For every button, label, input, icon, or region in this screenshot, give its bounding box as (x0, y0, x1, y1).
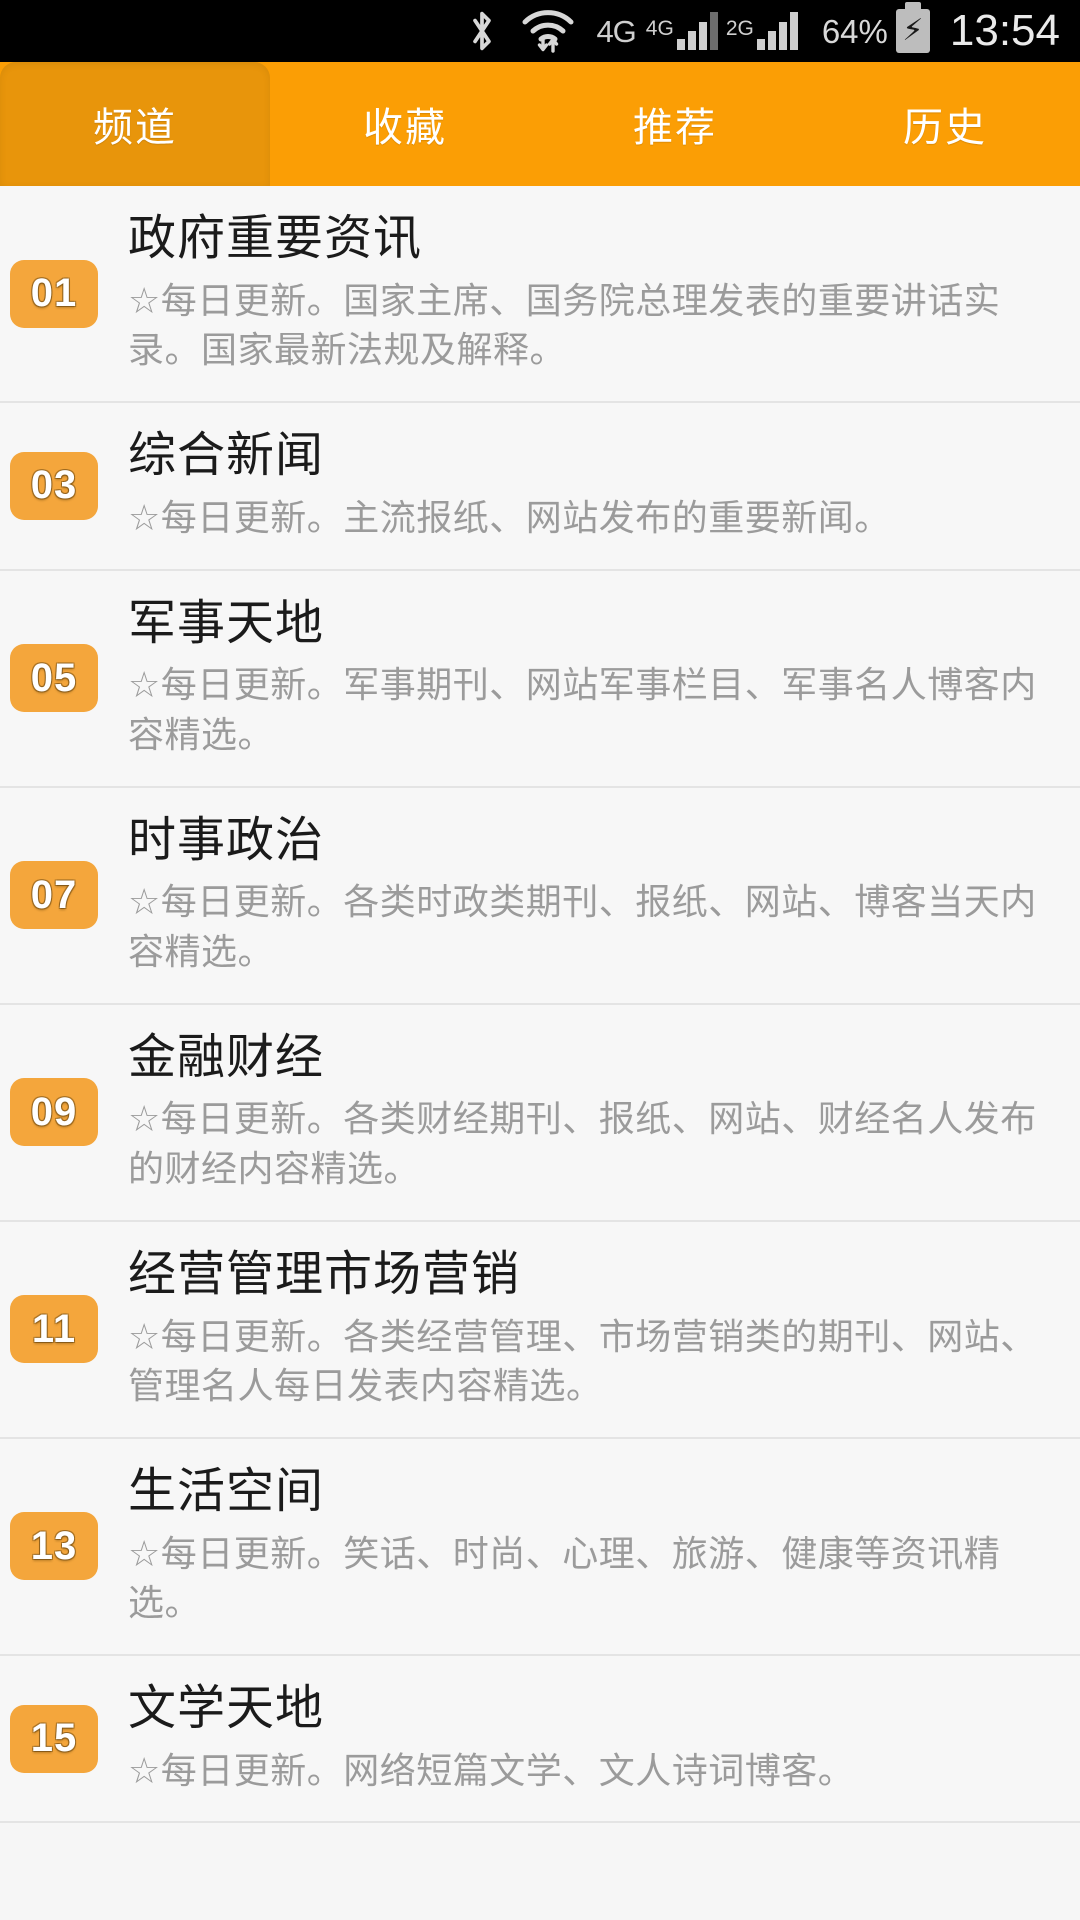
channel-title: 经营管理市场营销 (128, 1247, 521, 1301)
status-bar: 4G 4G 2G 64% ⚡ 13:54 (0, 0, 1080, 62)
tab-bar: 频道 收藏 推荐 历史 (0, 62, 1080, 186)
tab-channels[interactable]: 频道 (0, 62, 270, 186)
channel-title: 政府重要资讯 (128, 212, 423, 265)
channel-list[interactable]: 01 政府重要资讯 ☆每日更新。国家主席、国务院总理发表的重要讲话实录。国家最新… (0, 186, 1080, 1824)
channel-title: 金融财经 (128, 1030, 325, 1084)
list-item-body: 军事天地 ☆每日更新。军事期刊、网站军事栏目、军事名人博客内容精选。 (128, 597, 1054, 760)
battery-icon: ⚡ (895, 2, 930, 53)
badge-column: 09 (0, 1078, 128, 1147)
list-item-body: 文学天地 ☆每日更新。网络短篇文学、文人诗词博客。 (128, 1682, 1054, 1795)
list-item[interactable]: 01 政府重要资讯 ☆每日更新。国家主席、国务院总理发表的重要讲话实录。国家最新… (0, 186, 1080, 404)
channel-number-badge: 11 (10, 1295, 98, 1364)
badge-column: 07 (0, 861, 128, 930)
list-item[interactable]: 05 军事天地 ☆每日更新。军事期刊、网站军事栏目、军事名人博客内容精选。 (0, 570, 1080, 788)
sim2-network-label: 2G (725, 17, 754, 40)
list-item-body: 金融财经 ☆每日更新。各类财经期刊、报纸、网站、财经名人发布的财经内容精选。 (128, 1031, 1054, 1194)
list-item-body: 生活空间 ☆每日更新。笑话、时尚、心理、旅游、健康等资讯精选。 (128, 1465, 1054, 1628)
signal-icon-sim2: 2G (726, 12, 798, 50)
channel-number-badge: 15 (10, 1704, 98, 1773)
tab-label: 收藏 (363, 106, 447, 150)
channel-description: ☆每日更新。各类财经期刊、报纸、网站、财经名人发布的财经内容精选。 (128, 1098, 1037, 1190)
channel-title: 军事天地 (128, 596, 325, 650)
badge-column: 15 (0, 1704, 128, 1773)
tab-label: 推荐 (633, 106, 717, 150)
channel-description: ☆每日更新。各类经营管理、市场营销类的期刊、网站、管理名人每日发表内容精选。 (128, 1315, 1037, 1407)
list-item[interactable]: 03 综合新闻 ☆每日更新。主流报纸、网站发布的重要新闻。 (0, 403, 1080, 571)
list-item-body: 政府重要资讯 ☆每日更新。国家主席、国务院总理发表的重要讲话实录。国家最新法规及… (128, 212, 1054, 375)
signal-icon-sim1: 4G (646, 12, 718, 50)
list-item-body: 时事政治 ☆每日更新。各类时政类期刊、报纸、网站、博客当天内容精选。 (128, 814, 1054, 977)
list-item[interactable]: 09 金融财经 ☆每日更新。各类财经期刊、报纸、网站、财经名人发布的财经内容精选… (0, 1004, 1080, 1222)
tab-favorites[interactable]: 收藏 (270, 62, 540, 186)
badge-column: 13 (0, 1512, 128, 1581)
signal-bars-sim2 (756, 12, 798, 50)
tab-label: 频道 (93, 106, 177, 150)
list-item[interactable]: 07 时事政治 ☆每日更新。各类时政类期刊、报纸、网站、博客当天内容精选。 (0, 787, 1080, 1005)
sim1-network-label: 4G (645, 17, 674, 40)
clock-label: 13:54 (949, 6, 1060, 55)
channel-title: 综合新闻 (128, 429, 325, 483)
channel-description: ☆每日更新。笑话、时尚、心理、旅游、健康等资讯精选。 (128, 1532, 1001, 1624)
channel-description: ☆每日更新。各类时政类期刊、报纸、网站、博客当天内容精选。 (128, 881, 1037, 973)
channel-number-badge: 05 (10, 644, 98, 713)
channel-description: ☆每日更新。军事期刊、网站军事栏目、军事名人博客内容精选。 (128, 664, 1037, 755)
channel-description: ☆每日更新。国家主席、国务院总理发表的重要讲话实录。国家最新法规及解释。 (128, 279, 1001, 371)
list-item-body: 综合新闻 ☆每日更新。主流报纸、网站发布的重要新闻。 (128, 429, 1054, 542)
channel-number-badge: 07 (10, 861, 98, 930)
badge-column: 05 (0, 644, 128, 713)
list-item-body: 经营管理市场营销 ☆每日更新。各类经营管理、市场营销类的期刊、网站、管理名人每日… (128, 1248, 1054, 1411)
tab-history[interactable]: 历史 (810, 62, 1080, 186)
channel-number-badge: 01 (10, 259, 98, 328)
network-type-label: 4G (596, 13, 636, 49)
list-item[interactable]: 15 文学天地 ☆每日更新。网络短篇文学、文人诗词博客。 (0, 1655, 1080, 1824)
battery-percent-label: 64% (821, 12, 888, 50)
list-item[interactable]: 13 生活空间 ☆每日更新。笑话、时尚、心理、旅游、健康等资讯精选。 (0, 1438, 1080, 1656)
badge-column: 11 (0, 1295, 128, 1364)
tab-label: 历史 (903, 106, 987, 150)
data-transfer-icon (538, 36, 559, 53)
channel-title: 时事政治 (128, 813, 325, 867)
signal-bars-sim1 (676, 12, 718, 50)
badge-column: 01 (0, 259, 128, 328)
channel-number-badge: 13 (10, 1512, 98, 1581)
channel-title: 文学天地 (128, 1681, 325, 1735)
channel-title: 生活空间 (128, 1464, 325, 1518)
channel-number-badge: 03 (10, 451, 98, 520)
list-item[interactable]: 11 经营管理市场营销 ☆每日更新。各类经营管理、市场营销类的期刊、网站、管理名… (0, 1221, 1080, 1439)
badge-column: 03 (0, 451, 128, 520)
wifi-icon (522, 8, 574, 54)
channel-description: ☆每日更新。主流报纸、网站发布的重要新闻。 (128, 496, 891, 538)
channel-number-badge: 09 (10, 1078, 98, 1147)
bluetooth-icon (468, 9, 496, 53)
charging-bolt-icon: ⚡ (902, 14, 924, 47)
channel-description: ☆每日更新。网络短篇文学、文人诗词博客。 (128, 1749, 855, 1791)
tab-recommend[interactable]: 推荐 (540, 62, 810, 186)
